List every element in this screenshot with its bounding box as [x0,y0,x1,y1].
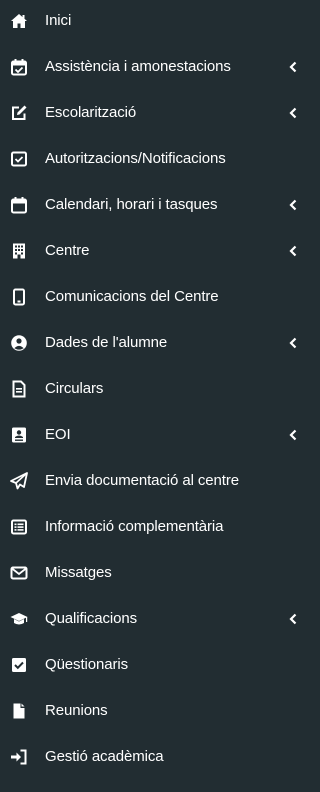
sidebar-item-label: Qüestionaris [45,656,129,673]
file-text-icon [10,380,28,398]
sidebar-item-informacio-complementaria[interactable]: Informació complementària [0,509,305,549]
chevron-left-icon [289,613,297,625]
chevron-left-icon [289,199,297,211]
graduation-cap-icon [10,610,28,628]
edit-icon [10,104,28,122]
sidebar-item-dades-alumne[interactable]: Dades de l'alumne [0,325,305,365]
sidebar-item-label: EOI [45,426,71,443]
sidebar-item-label: Qualificacions [45,610,137,627]
sidebar-item-comunicacions[interactable]: Comunicacions del Centre [0,279,305,319]
tablet-icon [10,288,28,306]
home-icon [10,12,28,30]
sidebar-item-reunions[interactable]: Reunions [0,693,305,733]
sidebar-item-label: Comunicacions del Centre [45,288,219,305]
building-icon [10,242,28,260]
sidebar-item-label: Reunions [45,702,108,719]
calendar-check-icon [10,58,28,76]
checkbox-icon [10,150,28,168]
sidebar-item-label: Assistència i amonestacions [45,58,231,75]
sidebar-item-calendari[interactable]: Calendari, horari i tasques [0,187,305,227]
sidebar-item-autoritzacions[interactable]: Autoritzacions/Notificacions [0,141,305,181]
sidebar-item-label: Centre [45,242,90,259]
sidebar-item-label: Informació complementària [45,518,224,535]
chevron-left-icon [289,245,297,257]
sidebar-item-label: Inici [45,12,72,29]
paper-plane-icon [10,472,28,490]
sidebar-item-escolaritzacio[interactable]: Escolarització [0,95,305,135]
sidebar-item-label: Calendari, horari i tasques [45,196,218,213]
sidebar-item-label: Escolarització [45,104,137,121]
file-icon [10,702,28,720]
calendar-icon [10,196,28,214]
sidebar-item-gestio-academica[interactable]: Gestió acadèmica [0,739,305,779]
sidebar-item-eoi[interactable]: EOI [0,417,305,457]
sidebar-item-assistencia[interactable]: Assistència i amonestacions [0,49,305,89]
sidebar-item-centre[interactable]: Centre [0,233,305,273]
chevron-left-icon [289,107,297,119]
chevron-left-icon [289,429,297,441]
sidebar-item-qualificacions[interactable]: Qualificacions [0,601,305,641]
sidebar-item-inici[interactable]: Inici [0,3,305,43]
sidebar-item-label: Dades de l'alumne [45,334,168,351]
user-circle-icon [10,334,28,352]
chevron-left-icon [289,337,297,349]
sidebar-menu: Inici Assistència i amonestacions Escola… [0,0,305,792]
sign-in-icon [10,748,28,766]
sidebar-item-envia-documentacio[interactable]: Envia documentació al centre [0,463,305,503]
sidebar-item-label: Missatges [45,564,112,581]
sidebar-item-label: Circulars [45,380,104,397]
list-alt-icon [10,518,28,536]
sidebar-item-label: Autoritzacions/Notificacions [45,150,226,167]
envelope-icon [10,564,28,582]
id-badge-icon [10,426,28,444]
chevron-left-icon [289,61,297,73]
sidebar-item-circulars[interactable]: Circulars [0,371,305,411]
check-square-icon [10,656,28,674]
sidebar-item-missatges[interactable]: Missatges [0,555,305,595]
sidebar-item-questionaris[interactable]: Qüestionaris [0,647,305,687]
sidebar-item-label: Gestió acadèmica [45,748,164,765]
sidebar-item-label: Envia documentació al centre [45,472,239,489]
